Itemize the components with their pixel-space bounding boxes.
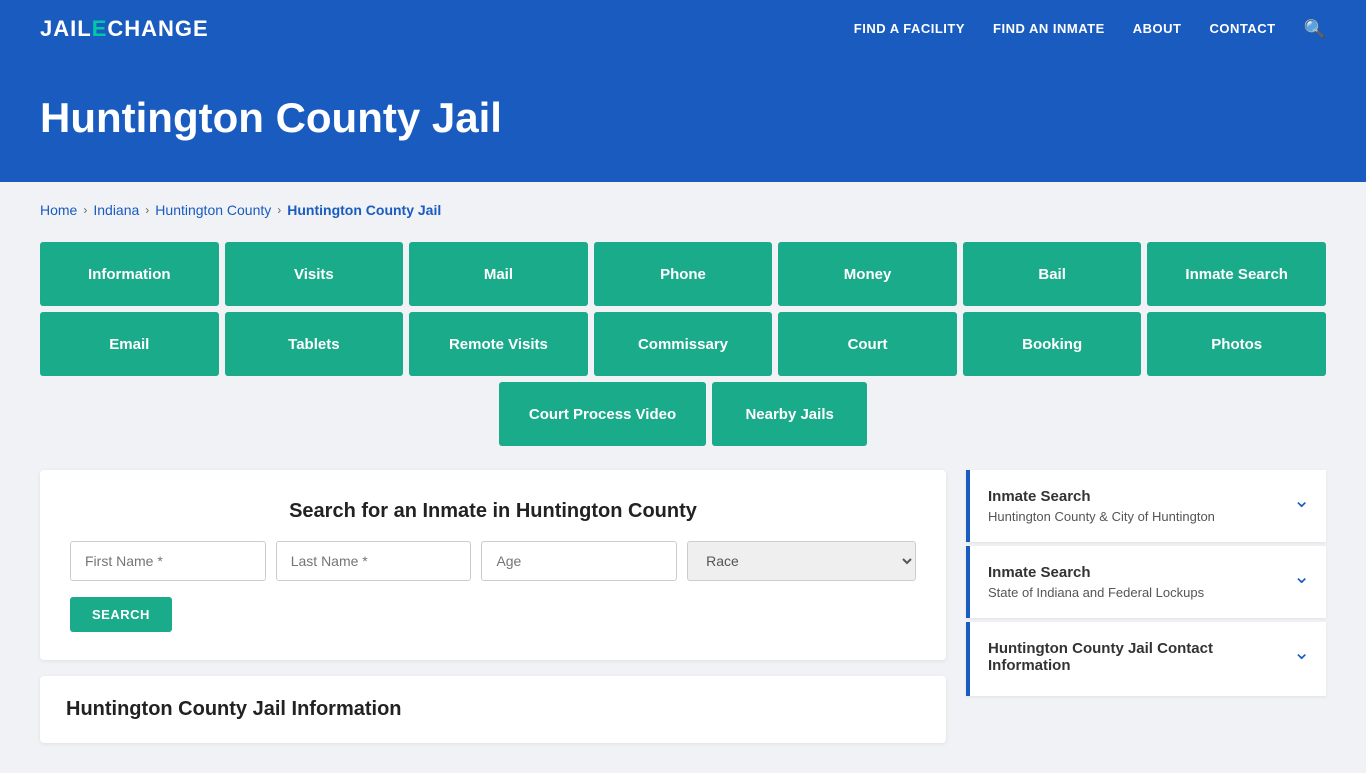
hero-banner: Huntington County Jail (0, 58, 1366, 182)
nav-button-row-1: Information Visits Mail Phone Money Bail… (40, 242, 1326, 306)
sidebar-card-subtitle-0: Huntington County & City of Huntington (988, 509, 1215, 524)
main-nav: JAILECHANGE FIND A FACILITY FIND AN INMA… (0, 0, 1366, 58)
sidebar-card-2[interactable]: Huntington County Jail Contact Informati… (966, 622, 1326, 696)
nav-link-inmate[interactable]: FIND AN INMATE (993, 21, 1105, 36)
btn-nearby-jails[interactable]: Nearby Jails (712, 382, 867, 446)
btn-booking[interactable]: Booking (963, 312, 1142, 376)
search-title: Search for an Inmate in Huntington Count… (70, 500, 916, 523)
sidebar-card-subtitle-1: State of Indiana and Federal Lockups (988, 585, 1204, 600)
btn-tablets[interactable]: Tablets (225, 312, 404, 376)
btn-remote-visits[interactable]: Remote Visits (409, 312, 588, 376)
breadcrumb-sep-1: › (83, 203, 87, 217)
sidebar-card-0[interactable]: Inmate Search Huntington County & City o… (966, 470, 1326, 542)
nav-item-facility[interactable]: FIND A FACILITY (854, 20, 965, 38)
nav-button-row-2: Email Tablets Remote Visits Commissary C… (40, 312, 1326, 376)
btn-phone[interactable]: Phone (594, 242, 773, 306)
btn-court[interactable]: Court (778, 312, 957, 376)
chevron-down-icon-1: ⌄ (1293, 564, 1310, 589)
breadcrumb-sep-3: › (277, 203, 281, 217)
logo-exchange: CHANGE (107, 16, 208, 42)
nav-link-facility[interactable]: FIND A FACILITY (854, 21, 965, 36)
first-name-input[interactable] (70, 541, 266, 581)
sidebar: Inmate Search Huntington County & City o… (966, 470, 1326, 743)
info-section-title: Huntington County Jail Information (66, 698, 920, 721)
lower-section: Search for an Inmate in Huntington Count… (40, 470, 1326, 743)
nav-item-about[interactable]: ABOUT (1133, 20, 1182, 38)
btn-email[interactable]: Email (40, 312, 219, 376)
search-panel: Search for an Inmate in Huntington Count… (40, 470, 946, 660)
breadcrumb-county[interactable]: Huntington County (155, 202, 271, 218)
nav-item-inmate[interactable]: FIND AN INMATE (993, 20, 1105, 38)
age-input[interactable] (481, 541, 677, 581)
breadcrumb-sep-2: › (145, 203, 149, 217)
chevron-down-icon-2: ⌄ (1293, 640, 1310, 665)
btn-inmate-search[interactable]: Inmate Search (1147, 242, 1326, 306)
nav-link-about[interactable]: ABOUT (1133, 21, 1182, 36)
btn-commissary[interactable]: Commissary (594, 312, 773, 376)
logo-x: E (92, 16, 108, 42)
search-form: Race White Black Hispanic Asian Other (70, 541, 916, 581)
btn-information[interactable]: Information (40, 242, 219, 306)
chevron-down-icon-0: ⌄ (1293, 488, 1310, 513)
sidebar-card-title-1: Inmate Search (988, 564, 1204, 581)
btn-mail[interactable]: Mail (409, 242, 588, 306)
sidebar-card-1[interactable]: Inmate Search State of Indiana and Feder… (966, 546, 1326, 618)
last-name-input[interactable] (276, 541, 472, 581)
btn-photos[interactable]: Photos (1147, 312, 1326, 376)
sidebar-card-text-2: Huntington County Jail Contact Informati… (988, 640, 1283, 678)
race-select[interactable]: Race White Black Hispanic Asian Other (687, 541, 916, 581)
btn-visits[interactable]: Visits (225, 242, 404, 306)
logo-jail: JAIL (40, 16, 92, 42)
page-title: Huntington County Jail (40, 94, 1326, 142)
breadcrumb-home[interactable]: Home (40, 202, 77, 218)
sidebar-card-text-0: Inmate Search Huntington County & City o… (988, 488, 1215, 524)
sidebar-card-title-2: Huntington County Jail Contact Informati… (988, 640, 1283, 674)
info-section: Huntington County Jail Information (40, 676, 946, 743)
nav-search-icon[interactable]: 🔍 (1304, 19, 1326, 40)
nav-button-row-3: Court Process Video Nearby Jails (40, 382, 1326, 446)
nav-link-contact[interactable]: CONTACT (1209, 21, 1275, 36)
sidebar-card-text-1: Inmate Search State of Indiana and Feder… (988, 564, 1204, 600)
search-button[interactable]: SEARCH (70, 597, 172, 632)
btn-bail[interactable]: Bail (963, 242, 1142, 306)
btn-money[interactable]: Money (778, 242, 957, 306)
nav-links: FIND A FACILITY FIND AN INMATE ABOUT CON… (854, 19, 1326, 40)
nav-item-contact[interactable]: CONTACT (1209, 20, 1275, 38)
site-logo[interactable]: JAILECHANGE (40, 16, 209, 42)
left-column: Search for an Inmate in Huntington Count… (40, 470, 946, 743)
breadcrumb-current: Huntington County Jail (287, 202, 441, 218)
btn-court-process-video[interactable]: Court Process Video (499, 382, 706, 446)
main-content: Home › Indiana › Huntington County › Hun… (0, 182, 1366, 773)
sidebar-card-title-0: Inmate Search (988, 488, 1215, 505)
breadcrumb: Home › Indiana › Huntington County › Hun… (40, 202, 1326, 218)
breadcrumb-indiana[interactable]: Indiana (93, 202, 139, 218)
